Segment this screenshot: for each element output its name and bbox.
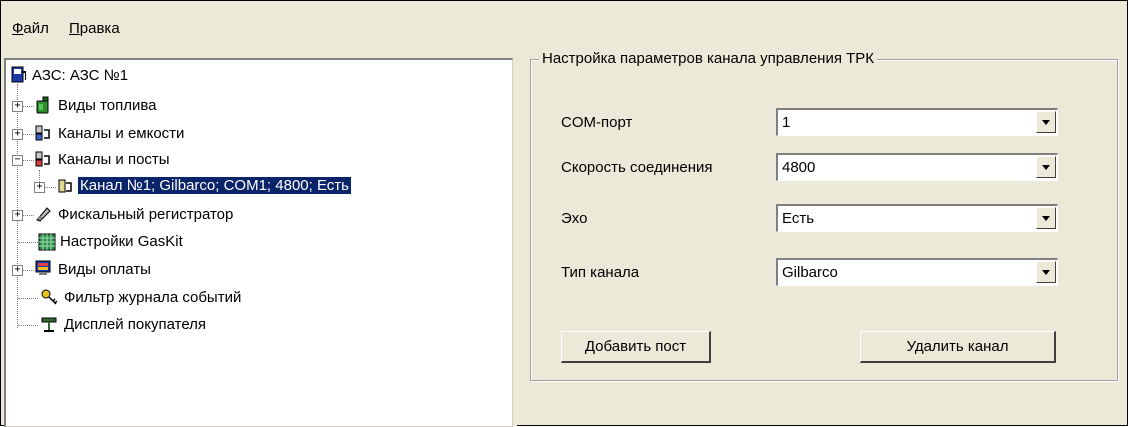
group-title: Настройка параметров канала управления Т…: [539, 50, 878, 67]
expand-toggle[interactable]: +: [34, 182, 45, 193]
chevron-down-icon: [1042, 165, 1050, 170]
expand-toggle[interactable]: +: [12, 210, 23, 221]
menu-edit-accel: П: [69, 20, 80, 37]
collapse-toggle[interactable]: −: [12, 155, 23, 166]
echo-value: Есть: [782, 210, 815, 227]
tree-item-customer-display[interactable]: Дисплей покупателя: [64, 316, 206, 333]
chevron-down-icon: [1042, 120, 1050, 125]
tree-item-fuel-types[interactable]: Виды топлива: [58, 97, 157, 114]
payment-icon: [35, 260, 51, 275]
fuel-can-icon: [36, 96, 49, 114]
tree-item-channels-tanks[interactable]: Каналы и емкости: [58, 125, 184, 142]
tree-connector: [18, 242, 38, 243]
tree-item-fiscal-register[interactable]: Фискальный регистратор: [58, 206, 233, 223]
channel-type-select[interactable]: Gilbarco: [776, 258, 1058, 286]
chevron-down-icon: [1042, 270, 1050, 275]
echo-select[interactable]: Есть: [776, 204, 1058, 232]
echo-label: Эхо: [561, 210, 588, 227]
expand-toggle[interactable]: +: [12, 129, 23, 140]
tree-root-label[interactable]: АЗС: АЗС №1: [32, 67, 128, 84]
echo-dropdown-button[interactable]: [1036, 207, 1056, 229]
tree-item-payment-types[interactable]: Виды оплаты: [58, 261, 151, 278]
channel-posts-icon: [35, 151, 50, 167]
menu-file[interactable]: Файл: [12, 20, 49, 37]
tree-connector: [18, 325, 38, 326]
display-icon: [41, 317, 57, 332]
chevron-down-icon: [1042, 216, 1050, 221]
speed-dropdown-button[interactable]: [1036, 156, 1056, 178]
gas-station-icon: [11, 66, 26, 83]
menu-edit-label: равка: [79, 20, 120, 37]
speed-value: 4800: [782, 159, 816, 176]
pane-splitter[interactable]: [513, 58, 517, 426]
com-port-dropdown-button[interactable]: [1036, 111, 1056, 133]
com-port-value: 1: [782, 114, 791, 131]
expand-toggle[interactable]: +: [12, 265, 23, 276]
tree-item-channel-1[interactable]: Канал №1; Gilbarco; COM1; 4800; Есть: [77, 176, 352, 195]
tree-item-channels-posts[interactable]: Каналы и посты: [58, 151, 170, 168]
channel-icon: [58, 179, 72, 193]
grid-settings-icon: [38, 233, 56, 251]
tank-channel-icon: [35, 125, 50, 141]
menu-file-label: айл: [23, 20, 49, 37]
navigation-tree[interactable]: АЗС: АЗС №1 + Виды топлива + Каналы и ем…: [4, 58, 513, 427]
speed-select[interactable]: 4800: [776, 153, 1058, 181]
tree-item-gaskit-settings[interactable]: Настройки GasKit: [60, 233, 183, 250]
app-window: Файл Правка АЗС: АЗС №1 + Виды топлива +: [0, 0, 1128, 427]
delete-channel-button[interactable]: Удалить канал: [860, 331, 1056, 363]
com-port-label: COM-порт: [561, 114, 633, 131]
channel-type-value: Gilbarco: [782, 264, 838, 281]
menu-file-accel: Ф: [12, 20, 24, 37]
expand-toggle[interactable]: +: [12, 101, 23, 112]
channel-settings-group: Настройка параметров канала управления Т…: [530, 50, 1118, 381]
menu-edit[interactable]: Правка: [69, 20, 120, 37]
key-filter-icon: [41, 289, 58, 305]
tree-item-event-log-filter[interactable]: Фильтр журнала событий: [64, 289, 241, 306]
tree-trunk-line: [17, 84, 18, 328]
channel-type-label: Тип канала: [561, 264, 640, 281]
tree-connector: [18, 298, 38, 299]
menu-bar: Файл Правка: [2, 2, 1126, 46]
channel-type-dropdown-button[interactable]: [1036, 261, 1056, 283]
speed-label: Скорость соединения: [561, 159, 713, 176]
fiscal-register-icon: [36, 207, 51, 222]
com-port-select[interactable]: 1: [776, 108, 1058, 136]
add-post-button[interactable]: Добавить пост: [561, 331, 711, 363]
